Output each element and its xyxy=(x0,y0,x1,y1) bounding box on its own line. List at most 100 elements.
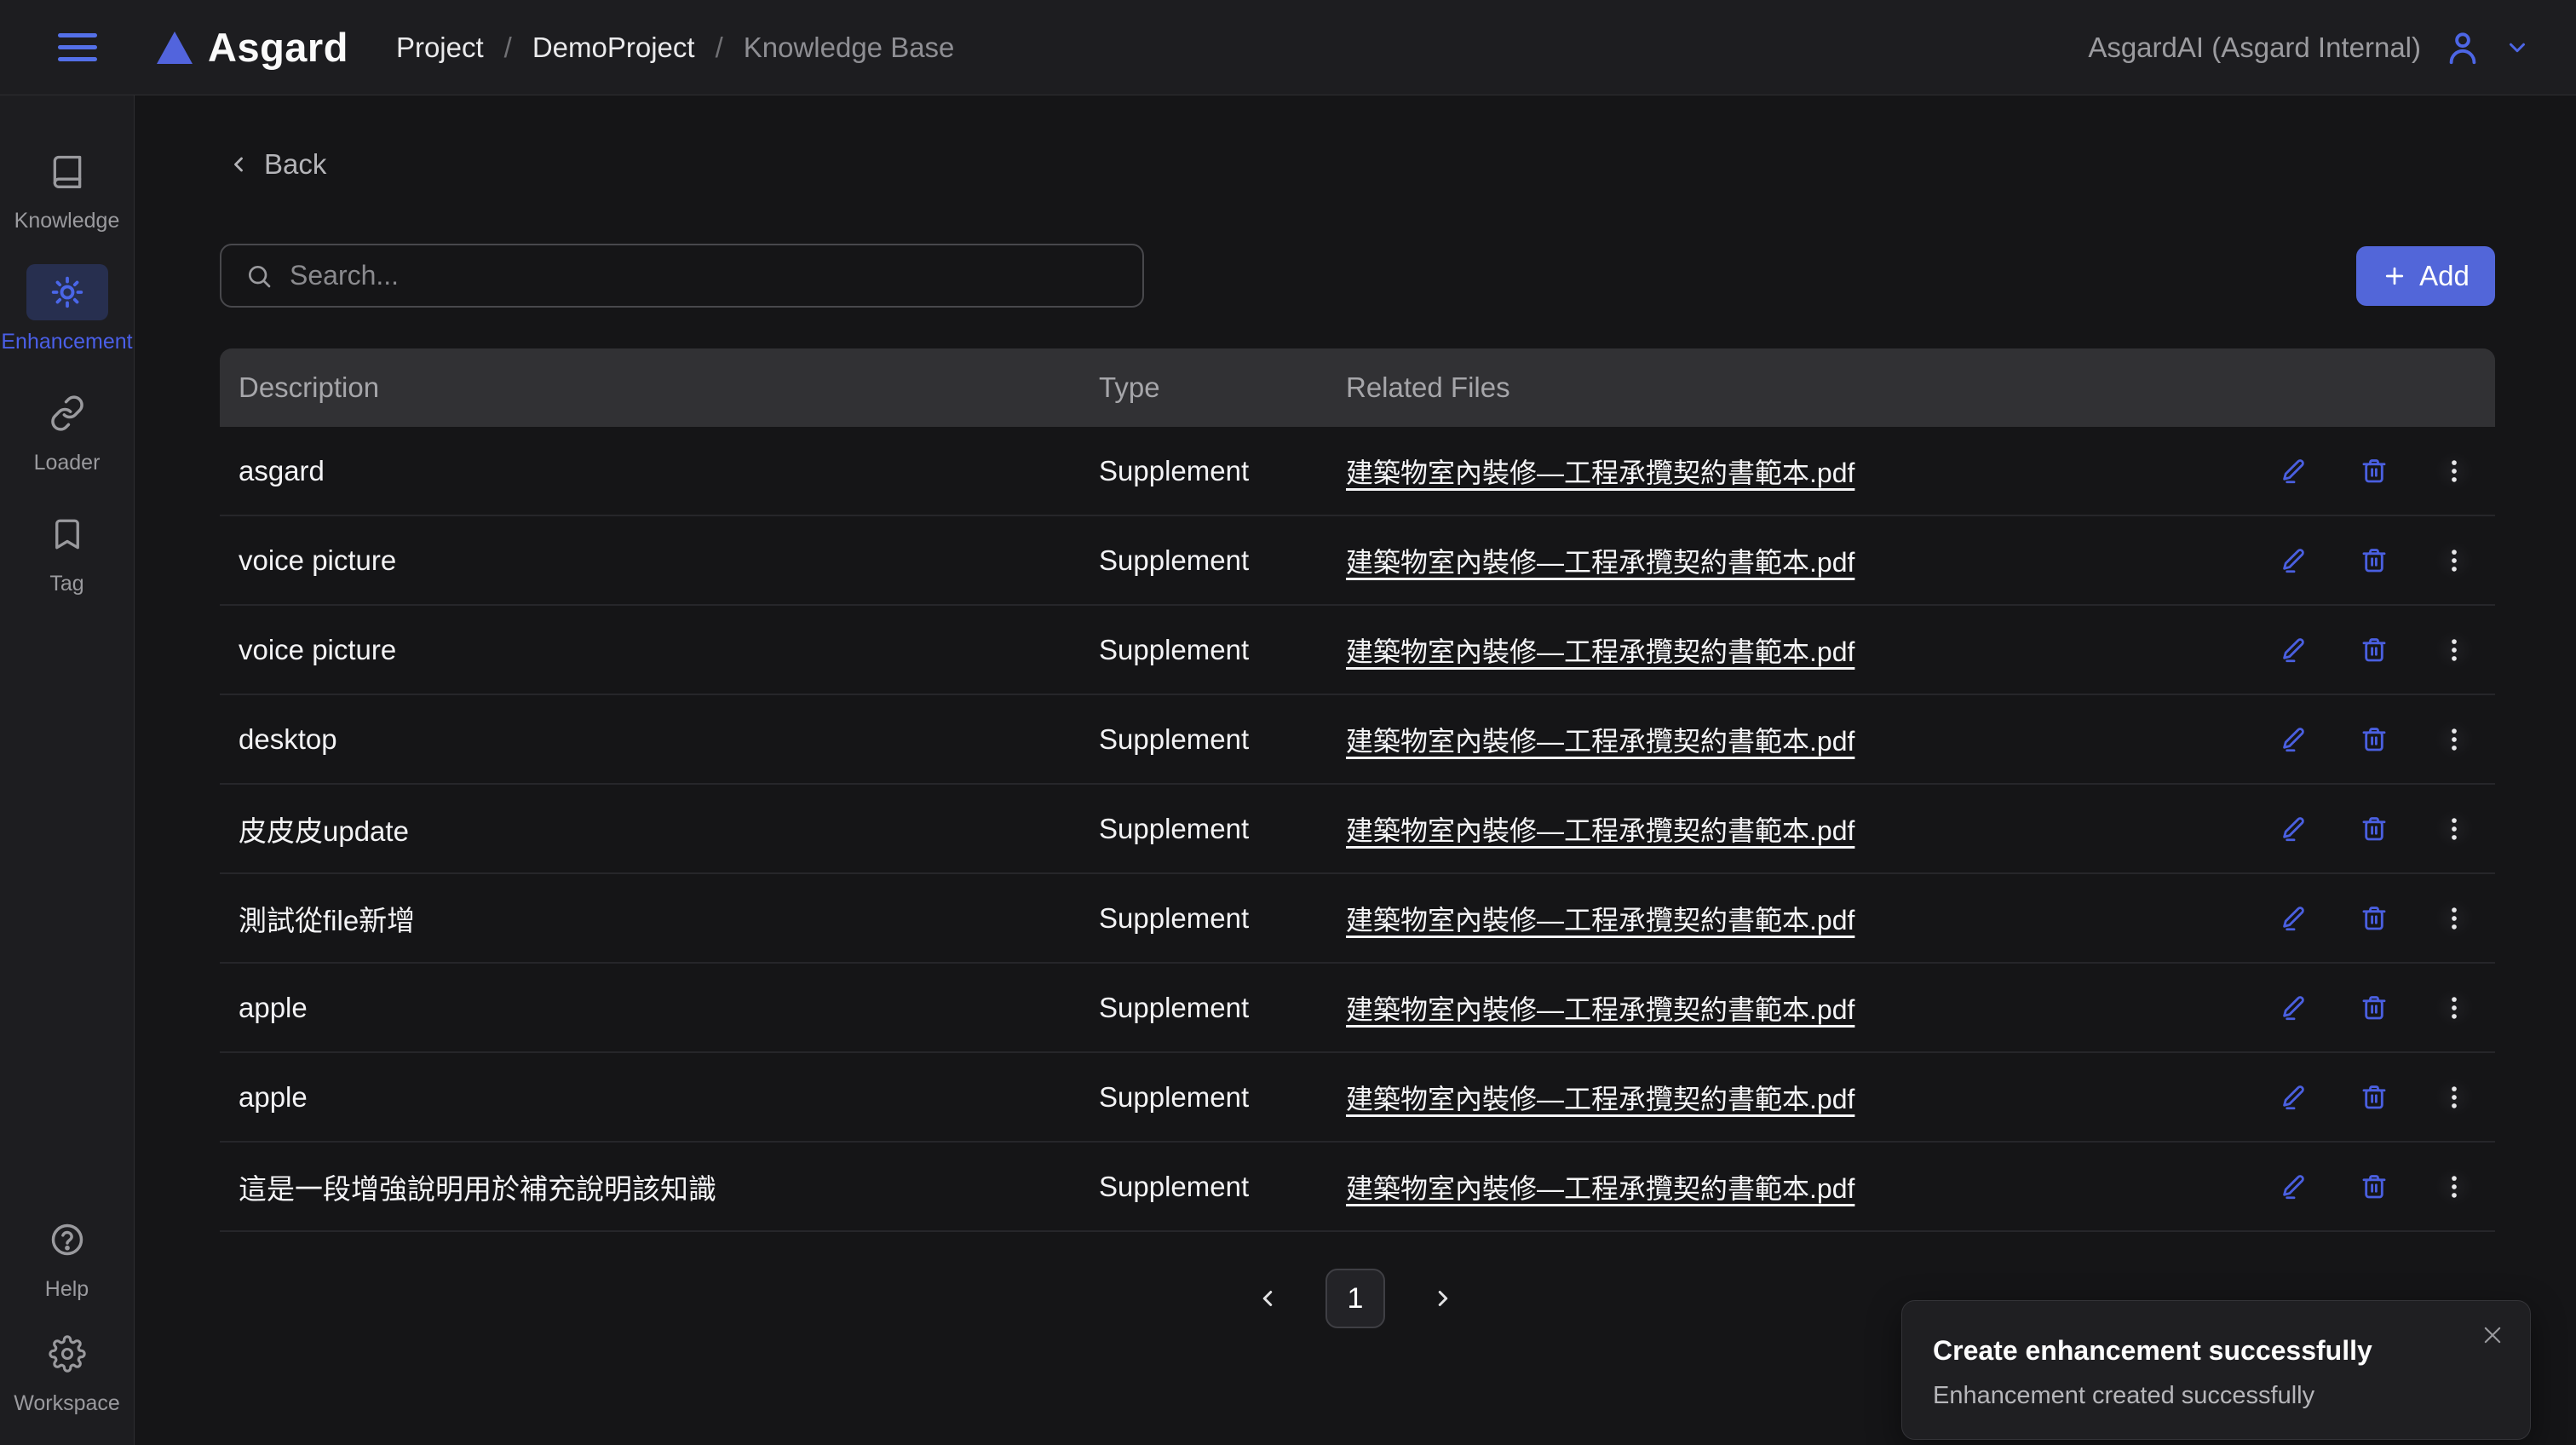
row-type: Supplement xyxy=(1099,902,1346,935)
chevron-down-icon[interactable] xyxy=(2504,35,2530,60)
menu-icon[interactable] xyxy=(53,28,102,66)
row-type: Supplement xyxy=(1099,1081,1346,1114)
sidebar: Knowledge Enhancement Loader Tag xyxy=(0,95,135,1445)
search-input[interactable] xyxy=(290,260,1118,291)
delete-button[interactable] xyxy=(2355,810,2393,848)
chevron-left-icon xyxy=(227,153,250,176)
edit-button[interactable] xyxy=(2275,721,2313,758)
edit-button[interactable] xyxy=(2275,1168,2313,1206)
delete-button[interactable] xyxy=(2355,542,2393,579)
delete-button[interactable] xyxy=(2355,452,2393,490)
delete-button[interactable] xyxy=(2355,900,2393,937)
edit-button[interactable] xyxy=(2275,810,2313,848)
more-options-button[interactable] xyxy=(2435,542,2473,579)
related-file-link[interactable]: 建築物室內裝修—工程承攬契約書範本.pdf xyxy=(1346,547,1854,578)
row-description: voice picture xyxy=(220,634,1099,666)
enhancement-table: Description Type Related Files asgard Su… xyxy=(220,348,2495,1232)
bookmark-icon xyxy=(26,506,108,562)
previous-page-button[interactable] xyxy=(1249,1280,1286,1317)
back-button[interactable]: Back xyxy=(227,148,326,181)
delete-button[interactable] xyxy=(2355,631,2393,669)
more-options-button[interactable] xyxy=(2435,452,2473,490)
related-file-link[interactable]: 建築物室內裝修—工程承攬契約書範本.pdf xyxy=(1346,726,1854,757)
delete-button[interactable] xyxy=(2355,721,2393,758)
link-icon xyxy=(26,385,108,441)
row-description: asgard xyxy=(220,455,1099,487)
table-row: apple Supplement 建築物室內裝修—工程承攬契約書範本.pdf xyxy=(220,1053,2495,1143)
row-description: voice picture xyxy=(220,544,1099,577)
table-body: asgard Supplement 建築物室內裝修—工程承攬契約書範本.pdf xyxy=(220,427,2495,1232)
edit-button[interactable] xyxy=(2275,452,2313,490)
table-row: desktop Supplement 建築物室內裝修—工程承攬契約書範本.pdf xyxy=(220,695,2495,785)
search-box xyxy=(220,244,1144,308)
row-description: desktop xyxy=(220,723,1099,756)
breadcrumb-separator: / xyxy=(504,32,512,64)
related-file-link[interactable]: 建築物室內裝修—工程承攬契約書範本.pdf xyxy=(1346,994,1854,1025)
account-area[interactable]: AsgardAI (Asgard Internal) xyxy=(2088,28,2530,67)
more-options-button[interactable] xyxy=(2435,989,2473,1027)
edit-button[interactable] xyxy=(2275,542,2313,579)
related-file-link[interactable]: 建築物室內裝修—工程承攬契約書範本.pdf xyxy=(1346,905,1854,936)
edit-button[interactable] xyxy=(2275,989,2313,1027)
header-related-files: Related Files xyxy=(1346,371,2231,404)
breadcrumb: Project / DemoProject / Knowledge Base xyxy=(396,32,954,64)
edit-button[interactable] xyxy=(2275,1079,2313,1116)
related-file-link[interactable]: 建築物室內裝修—工程承攬契約書範本.pdf xyxy=(1346,636,1854,667)
more-options-button[interactable] xyxy=(2435,900,2473,937)
sun-icon xyxy=(26,264,108,320)
more-options-button[interactable] xyxy=(2435,631,2473,669)
related-file-link[interactable]: 建築物室內裝修—工程承攬契約書範本.pdf xyxy=(1346,458,1854,488)
row-description: apple xyxy=(220,992,1099,1024)
table-row: voice picture Supplement 建築物室內裝修—工程承攬契約書… xyxy=(220,606,2495,695)
row-type: Supplement xyxy=(1099,723,1346,756)
more-options-button[interactable] xyxy=(2435,1168,2473,1206)
edit-button[interactable] xyxy=(2275,900,2313,937)
sidebar-item-tag[interactable]: Tag xyxy=(26,506,108,596)
table-row: voice picture Supplement 建築物室內裝修—工程承攬契約書… xyxy=(220,516,2495,606)
close-icon[interactable] xyxy=(2477,1320,2508,1350)
row-description: 皮皮皮update xyxy=(220,809,1099,849)
toast-title: Create enhancement successfully xyxy=(1933,1335,2499,1367)
delete-button[interactable] xyxy=(2355,1079,2393,1116)
app-title: Asgard xyxy=(208,24,348,71)
account-label: AsgardAI (Asgard Internal) xyxy=(2088,32,2421,64)
breadcrumb-knowledge-base: Knowledge Base xyxy=(744,32,955,64)
table-row: asgard Supplement 建築物室內裝修—工程承攬契約書範本.pdf xyxy=(220,427,2495,516)
row-type: Supplement xyxy=(1099,992,1346,1024)
gear-icon xyxy=(26,1326,108,1382)
row-type: Supplement xyxy=(1099,544,1346,577)
related-file-link[interactable]: 建築物室內裝修—工程承攬契約書範本.pdf xyxy=(1346,1173,1854,1204)
edit-button[interactable] xyxy=(2275,631,2313,669)
sidebar-item-label: Loader xyxy=(34,451,101,475)
more-options-button[interactable] xyxy=(2435,721,2473,758)
sidebar-item-help[interactable]: Help xyxy=(26,1212,108,1302)
back-label: Back xyxy=(264,148,326,181)
sidebar-item-knowledge[interactable]: Knowledge xyxy=(14,143,120,233)
delete-button[interactable] xyxy=(2355,1168,2393,1206)
related-file-link[interactable]: 建築物室內裝修—工程承攬契約書範本.pdf xyxy=(1346,815,1854,846)
related-file-link[interactable]: 建築物室內裝修—工程承攬契約書範本.pdf xyxy=(1346,1084,1854,1114)
more-options-button[interactable] xyxy=(2435,1079,2473,1116)
delete-button[interactable] xyxy=(2355,989,2393,1027)
add-button[interactable]: Add xyxy=(2356,246,2495,306)
sidebar-bottom: Help Workspace xyxy=(14,1212,120,1416)
page-number-button[interactable]: 1 xyxy=(1325,1269,1385,1328)
row-description: 測試從file新增 xyxy=(220,898,1099,939)
table-row: 這是一段增強說明用於補充說明該知識 Supplement 建築物室內裝修—工程承… xyxy=(220,1143,2495,1232)
table-row: 皮皮皮update Supplement 建築物室內裝修—工程承攬契約書範本.p… xyxy=(220,785,2495,874)
sidebar-item-workspace[interactable]: Workspace xyxy=(14,1326,120,1416)
breadcrumb-project[interactable]: Project xyxy=(396,32,484,64)
more-options-button[interactable] xyxy=(2435,810,2473,848)
row-type: Supplement xyxy=(1099,813,1346,845)
sidebar-item-loader[interactable]: Loader xyxy=(26,385,108,475)
sidebar-item-enhancement[interactable]: Enhancement xyxy=(1,264,132,354)
sidebar-item-label: Workspace xyxy=(14,1391,120,1416)
next-page-button[interactable] xyxy=(1424,1280,1462,1317)
breadcrumb-demoproject[interactable]: DemoProject xyxy=(532,32,695,64)
toast-notification: Create enhancement successfully Enhancem… xyxy=(1901,1300,2531,1440)
user-icon[interactable] xyxy=(2443,28,2482,67)
sidebar-item-label: Help xyxy=(45,1277,89,1302)
header-type: Type xyxy=(1099,371,1346,404)
row-type: Supplement xyxy=(1099,634,1346,666)
plus-icon xyxy=(2382,263,2407,289)
